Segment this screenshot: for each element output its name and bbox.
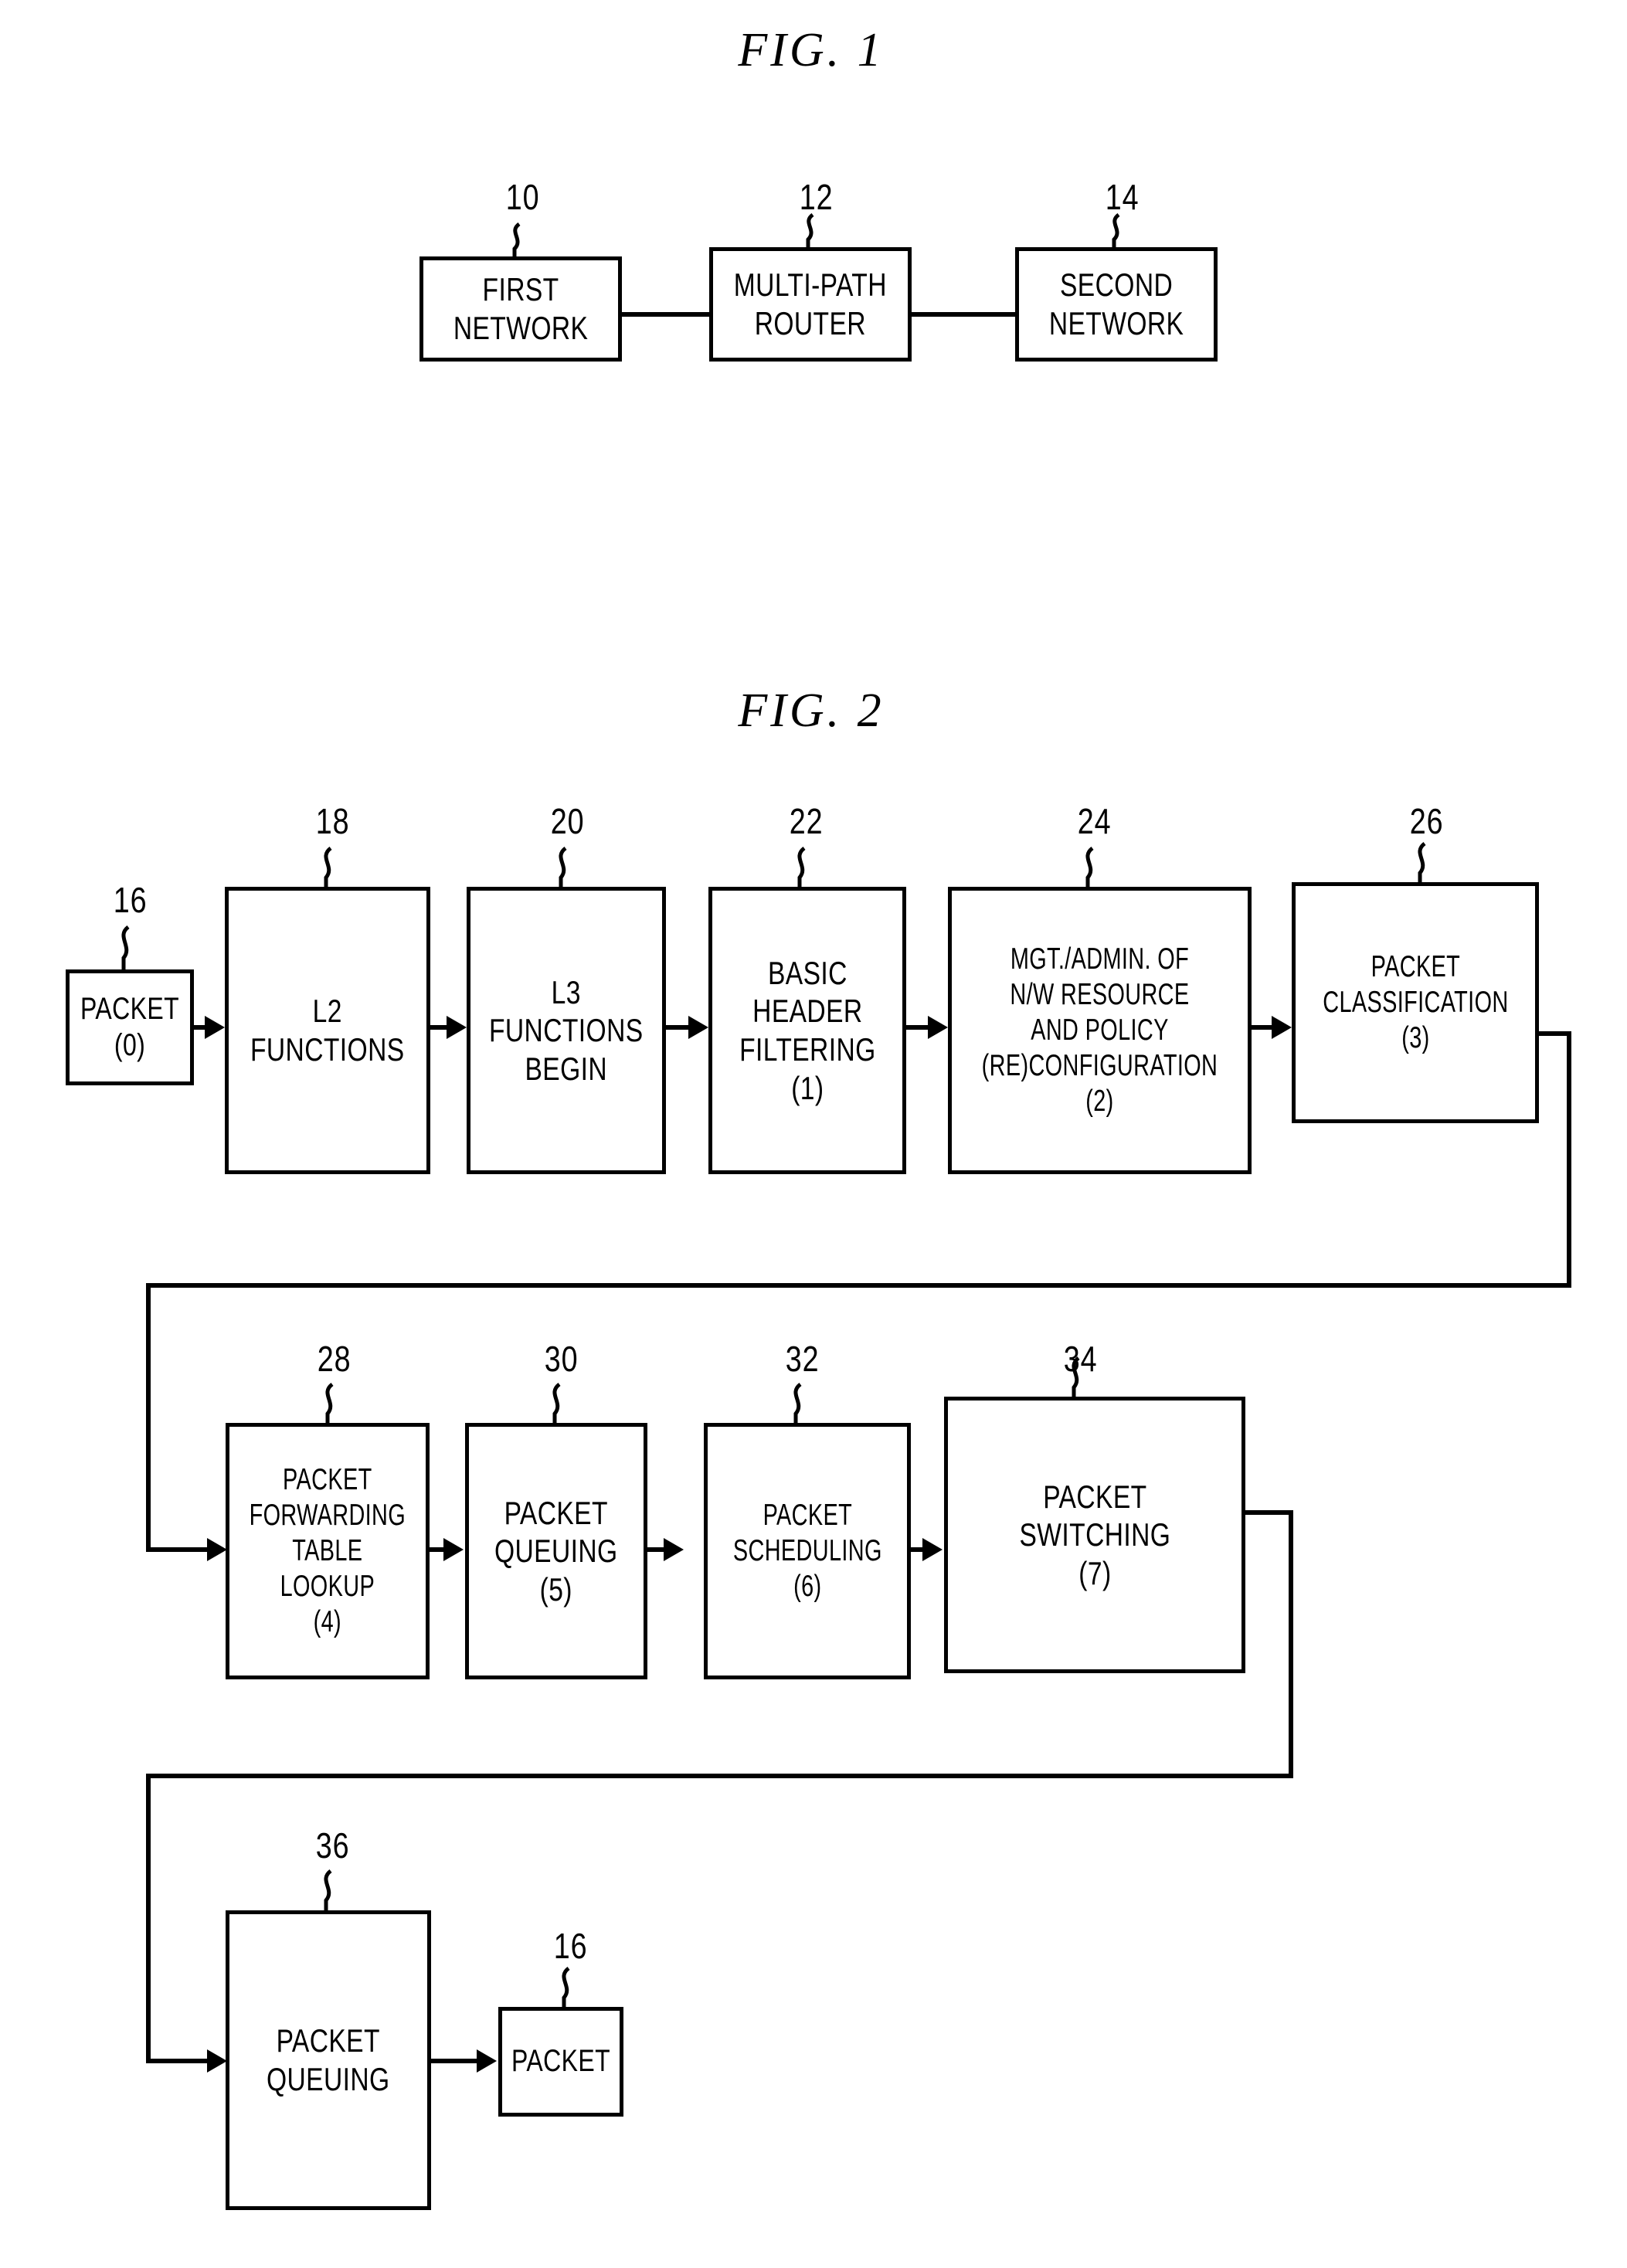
fig2-title: FIG. 2 [738,684,885,737]
route2-left-down-segment [146,1774,151,2063]
arrowhead-route2-into-queuing [207,2049,227,2073]
leader-line-16-out [562,1967,570,2008]
box-second-network: SECOND NETWORK [1015,247,1218,362]
box-packet-queuing-out-label: PACKET QUEUING [267,2022,390,2097]
box-packet-switching: PACKET SWITCHING (7) [944,1397,1245,1673]
ref-numeral-20: 20 [550,801,585,841]
route2-exit-segment [1245,1510,1293,1515]
box-packet-classification: PACKET CLASSIFICATION (3) [1292,882,1539,1123]
arrowhead-l2-to-l3 [447,1016,467,1039]
leader-line-16-in [121,925,130,970]
box-packet-in-label: PACKET (0) [80,991,180,1062]
arrowhead-filtering-to-mgt [928,1016,948,1039]
route2-enter-segment [146,2059,212,2063]
ref-numeral-10: 10 [505,177,540,217]
box-packet-out-label: PACKET [511,2044,611,2079]
arrowhead-mgt-to-classification [1272,1016,1292,1039]
arrow-scheduling-to-switching [911,1547,923,1552]
ref-numeral-24: 24 [1077,801,1112,841]
box-first-network: FIRST NETWORK [419,256,622,362]
box-packet-queuing-out: PACKET QUEUING [226,1910,431,2210]
patent-figure-page: FIG. 1 FIRST NETWORK MULTI-PATH ROUTER S… [0,0,1627,2268]
box-mgt-admin-config-label: MGT./ADMIN. OF N/W RESOURCE AND POLICY (… [981,942,1218,1119]
leader-line-12 [806,213,814,249]
box-packet-queuing-5-label: PACKET QUEUING (5) [494,1494,618,1608]
box-first-network-label: FIRST NETWORK [453,271,589,346]
arrow-lookup-to-queuing [430,1547,445,1552]
ref-numeral-22: 22 [789,801,824,841]
arrow-queuing-to-scheduling [647,1547,664,1552]
box-mgt-admin-config: MGT./ADMIN. OF N/W RESOURCE AND POLICY (… [948,887,1252,1174]
arrowhead-packet-to-l2 [205,1016,225,1039]
box-l2-functions-label: L2 FUNCTIONS [250,993,405,1068]
route2-down-segment [1289,1510,1293,1778]
leader-line-18 [324,847,332,888]
box-packet-forwarding-table-lookup: PACKET FORWARDING TABLE LOOKUP (4) [226,1423,430,1679]
box-packet-classification-label: PACKET CLASSIFICATION (3) [1322,949,1509,1054]
leader-line-10 [512,222,521,258]
fig1-title: FIG. 1 [738,24,885,76]
arrow-queuing-to-packet-out [431,2059,477,2063]
arrowhead-lookup-to-queuing [443,1538,464,1561]
box-packet-forwarding-table-lookup-label: PACKET FORWARDING TABLE LOOKUP (4) [249,1462,406,1639]
arrow-filtering-to-mgt [906,1025,928,1030]
box-l3-functions-begin-label: L3 FUNCTIONS BEGIN [489,973,644,1087]
connector-first-to-router [622,312,711,317]
box-multi-path-router: MULTI-PATH ROUTER [709,247,912,362]
arrowhead-queuing-to-scheduling [664,1538,684,1561]
leader-line-30 [552,1383,561,1424]
ref-numeral-14: 14 [1105,177,1140,217]
ref-numeral-30: 30 [544,1339,579,1379]
leader-line-24 [1085,847,1094,888]
ref-numeral-32: 32 [785,1339,820,1379]
connector-router-to-second [910,312,1017,317]
route2-top-segment [146,1774,1293,1778]
box-l2-functions: L2 FUNCTIONS [225,887,430,1174]
route1-top-segment [146,1283,1571,1288]
leader-line-36 [324,1869,332,1911]
leader-line-28 [325,1383,334,1424]
arrowhead-l3-to-filtering [688,1016,708,1039]
arrowhead-queuing-to-packet-out [477,2049,497,2073]
box-second-network-label: SECOND NETWORK [1048,267,1184,341]
ref-numeral-16-out: 16 [553,1926,588,1966]
arrow-l3-to-filtering [666,1025,688,1030]
box-packet-queuing-5: PACKET QUEUING (5) [465,1423,647,1679]
arrowhead-route1-into-lookup [207,1538,227,1561]
box-packet-in: PACKET (0) [66,969,194,1085]
box-multi-path-router-label: MULTI-PATH ROUTER [733,267,888,341]
arrow-mgt-to-classification [1252,1025,1272,1030]
box-packet-scheduling-label: PACKET SCHEDULING (6) [732,1498,882,1603]
arrowhead-scheduling-to-switching [922,1538,943,1561]
leader-line-20 [559,847,567,888]
route1-left-down-segment [146,1283,151,1552]
leader-line-14 [1112,213,1120,249]
box-packet-out: PACKET [498,2007,623,2117]
ref-numeral-28: 28 [317,1339,352,1379]
box-basic-header-filtering-label: BASIC HEADER FILTERING (1) [739,954,876,1106]
ref-numeral-12: 12 [799,177,834,217]
box-packet-scheduling: PACKET SCHEDULING (6) [704,1423,911,1679]
arrow-l2-to-l3 [430,1025,447,1030]
route1-down-segment [1567,1031,1571,1288]
route1-enter-segment [146,1547,212,1552]
box-packet-switching-label: PACKET SWITCHING (7) [1019,1478,1170,1591]
ref-numeral-26: 26 [1409,801,1444,841]
ref-numeral-16-in: 16 [113,880,148,920]
box-basic-header-filtering: BASIC HEADER FILTERING (1) [708,887,906,1174]
leader-line-26 [1418,842,1426,884]
box-l3-functions-begin: L3 FUNCTIONS BEGIN [467,887,666,1174]
leader-line-32 [793,1383,802,1424]
ref-numeral-34: 34 [1063,1339,1098,1379]
ref-numeral-18: 18 [315,801,350,841]
leader-line-22 [797,847,806,888]
ref-numeral-36: 36 [315,1825,350,1866]
